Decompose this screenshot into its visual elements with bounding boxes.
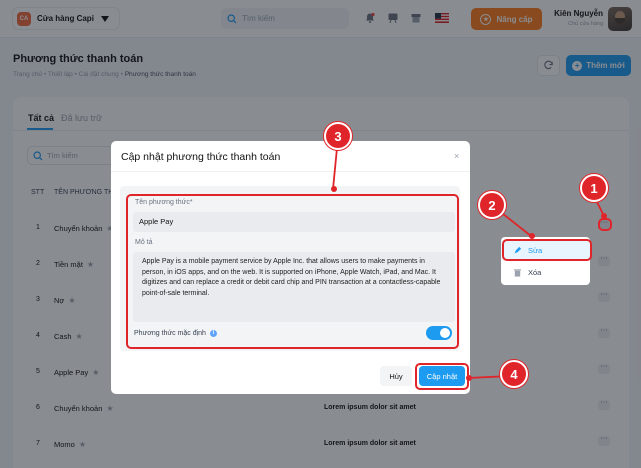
step-badge-4: 4: [500, 360, 528, 388]
modal-title: Cập nhật phương thức thanh toán: [121, 151, 281, 163]
menu-item-delete-label: Xóa: [528, 267, 542, 277]
highlight-form: [126, 194, 459, 349]
trash-icon: [513, 268, 522, 277]
highlight-more-button: [598, 218, 612, 231]
menu-item-delete[interactable]: Xóa: [501, 262, 590, 282]
highlight-edit-item: [502, 239, 592, 261]
cancel-button[interactable]: Hủy: [380, 366, 412, 386]
highlight-update-button: [415, 363, 469, 390]
annotation-dot: [331, 186, 337, 192]
step-badge-3: 3: [324, 122, 352, 150]
step-badge-1: 1: [580, 174, 608, 202]
modal-divider: [111, 171, 470, 172]
annotation-dot: [601, 213, 607, 219]
annotation-dot: [466, 375, 472, 381]
close-icon[interactable]: ×: [454, 151, 459, 161]
annotation-dot: [529, 233, 535, 239]
step-badge-2: 2: [478, 191, 506, 219]
